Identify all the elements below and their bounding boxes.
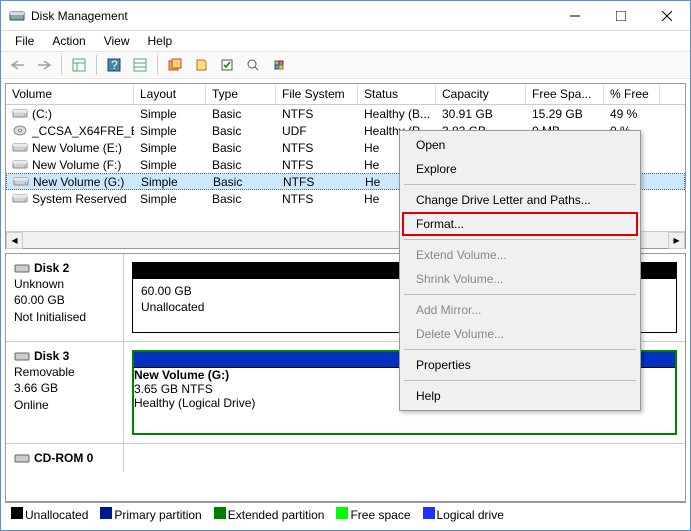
legend: Unallocated Primary partition Extended par…: [5, 502, 686, 526]
legend-item: Unallocated: [11, 507, 88, 522]
context-menu: OpenExplore Change Drive Letter and Paths…: [399, 130, 641, 411]
rescan-button[interactable]: [190, 54, 212, 76]
col-type[interactable]: Type: [206, 84, 276, 104]
context-menu-item: Extend Volume...: [402, 243, 638, 267]
context-menu-item[interactable]: Open: [402, 133, 638, 157]
col-pct[interactable]: % Free: [604, 84, 660, 104]
help-button[interactable]: ?: [103, 54, 125, 76]
legend-item: Extended partition: [214, 507, 325, 522]
disk-icon: [14, 350, 30, 362]
context-menu-item[interactable]: Change Drive Letter and Paths...: [402, 188, 638, 212]
col-fs[interactable]: File System: [276, 84, 358, 104]
col-free[interactable]: Free Spa...: [526, 84, 604, 104]
col-status[interactable]: Status: [358, 84, 436, 104]
legend-item: Primary partition: [100, 507, 201, 522]
maximize-button[interactable]: [598, 1, 644, 30]
toolbar: ?: [1, 51, 690, 79]
svg-text:?: ?: [111, 58, 118, 72]
action1-button[interactable]: [216, 54, 238, 76]
menu-view[interactable]: View: [96, 34, 138, 48]
context-menu-item[interactable]: Format...: [402, 212, 638, 236]
menu-action[interactable]: Action: [44, 34, 93, 48]
disk-icon: [14, 262, 30, 274]
action2-button[interactable]: [242, 54, 264, 76]
context-menu-item: Add Mirror...: [402, 298, 638, 322]
refresh-button[interactable]: [164, 54, 186, 76]
titlebar[interactable]: Disk Management: [1, 1, 690, 31]
table-row[interactable]: (C:)SimpleBasicNTFSHealthy (B...30.91 GB…: [6, 105, 685, 122]
context-menu-item: Delete Volume...: [402, 322, 638, 346]
column-headers: Volume Layout Type File System Status Ca…: [6, 84, 685, 105]
scroll-left-button[interactable]: ◂: [6, 232, 23, 249]
col-volume[interactable]: Volume: [6, 84, 134, 104]
disk-row[interactable]: CD-ROM 0: [6, 444, 685, 472]
disk-icon: [14, 452, 30, 464]
context-menu-item[interactable]: Properties: [402, 353, 638, 377]
action3-button[interactable]: [268, 54, 290, 76]
legend-item: Logical drive: [423, 507, 504, 522]
app-icon: [9, 8, 25, 24]
col-capacity[interactable]: Capacity: [436, 84, 526, 104]
menu-file[interactable]: File: [7, 34, 42, 48]
context-menu-item[interactable]: Explore: [402, 157, 638, 181]
back-button[interactable]: [7, 54, 29, 76]
window-title: Disk Management: [31, 9, 128, 23]
menubar: File Action View Help: [1, 31, 690, 51]
context-menu-item: Shrink Volume...: [402, 267, 638, 291]
close-button[interactable]: [644, 1, 690, 30]
views-button[interactable]: [68, 54, 90, 76]
forward-button[interactable]: [33, 54, 55, 76]
menu-help[interactable]: Help: [140, 34, 181, 48]
legend-item: Free space: [336, 507, 410, 522]
scroll-right-button[interactable]: ▸: [668, 232, 685, 249]
list-button[interactable]: [129, 54, 151, 76]
col-layout[interactable]: Layout: [134, 84, 206, 104]
minimize-button[interactable]: [552, 1, 598, 30]
context-menu-item[interactable]: Help: [402, 384, 638, 408]
